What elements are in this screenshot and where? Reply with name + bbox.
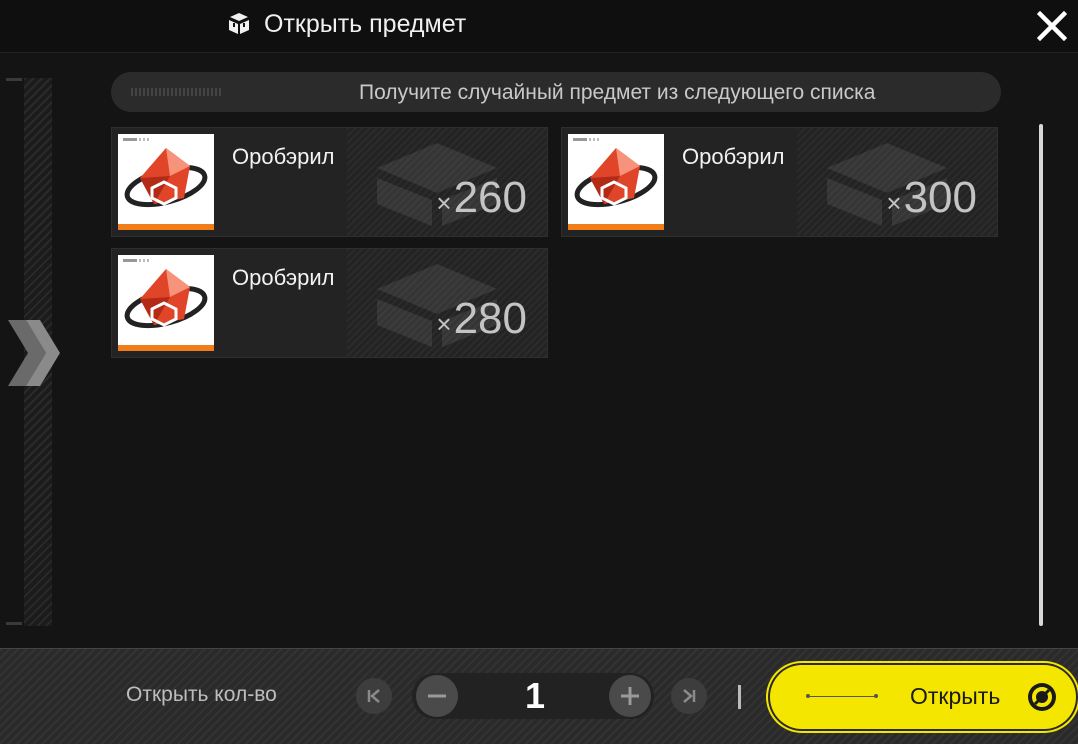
qty-value: 300 <box>903 173 977 222</box>
qty-value: 280 <box>453 294 527 343</box>
open-button-label: Открыть <box>910 683 1001 709</box>
max-quantity-button[interactable] <box>671 678 707 714</box>
item-quantity: × 280 <box>436 297 527 341</box>
thumb-dots <box>123 259 151 262</box>
rarity-bar <box>118 345 214 351</box>
qty-value: 260 <box>453 173 527 222</box>
close-icon <box>1037 11 1067 41</box>
footer-bar: Открыть кол-во 1 Открыть <box>0 648 1078 744</box>
plus-icon <box>621 687 639 705</box>
crystal-art <box>574 148 658 208</box>
box-stack-icon <box>229 13 249 34</box>
page-title-text: Открыть предмет <box>264 9 467 38</box>
quantity-label: Открыть кол-во <box>126 683 277 706</box>
orberyl-crystal-icon <box>118 255 214 351</box>
rail-tick-top <box>6 78 22 81</box>
close-button[interactable] <box>1034 8 1070 44</box>
item-card[interactable]: Оробэрил × 260 <box>111 127 548 237</box>
banner-text: Получите случайный предмет из следующего… <box>359 81 876 104</box>
rarity-bar <box>568 224 664 230</box>
skip-to-min-icon <box>367 689 380 703</box>
item-quantity: × 300 <box>886 176 977 220</box>
page-title: Открыть предмет <box>226 8 466 40</box>
item-quantity: × 260 <box>436 176 527 220</box>
minus-icon <box>428 694 446 698</box>
orberyl-crystal-icon <box>568 134 664 230</box>
rarity-bar <box>118 224 214 230</box>
thumb-dots <box>123 138 151 141</box>
banner-decoration <box>131 88 221 96</box>
thumb-dots <box>573 138 601 141</box>
skip-to-max-icon <box>683 689 696 703</box>
scrollbar[interactable] <box>1039 124 1043 626</box>
open-button[interactable]: Открыть <box>770 665 1076 729</box>
crystal-art <box>124 148 208 208</box>
rail-tick-bottom <box>6 622 22 625</box>
ring-icon <box>1028 683 1056 711</box>
item-name: Оробэрил <box>232 144 335 169</box>
info-banner: Получите случайный предмет из следующего… <box>111 72 1001 112</box>
decrease-button[interactable] <box>416 675 458 717</box>
double-chevron-right-icon[interactable] <box>4 318 64 388</box>
crystal-art <box>124 269 208 329</box>
item-card[interactable]: Оробэрил × 280 <box>111 248 548 358</box>
increase-button[interactable] <box>609 675 651 717</box>
item-name: Оробэрил <box>682 144 785 169</box>
quantity-value[interactable]: 1 <box>510 675 560 717</box>
qty-multiplier: × <box>436 309 452 339</box>
button-decoration <box>806 694 878 698</box>
min-quantity-button[interactable] <box>356 678 392 714</box>
divider <box>738 685 741 709</box>
header-bar: Открыть предмет <box>0 0 1078 53</box>
orberyl-crystal-icon <box>118 134 214 230</box>
qty-multiplier: × <box>886 188 902 218</box>
item-card[interactable]: Оробэрил × 300 <box>561 127 998 237</box>
qty-multiplier: × <box>436 188 452 218</box>
item-name: Оробэрил <box>232 265 335 290</box>
